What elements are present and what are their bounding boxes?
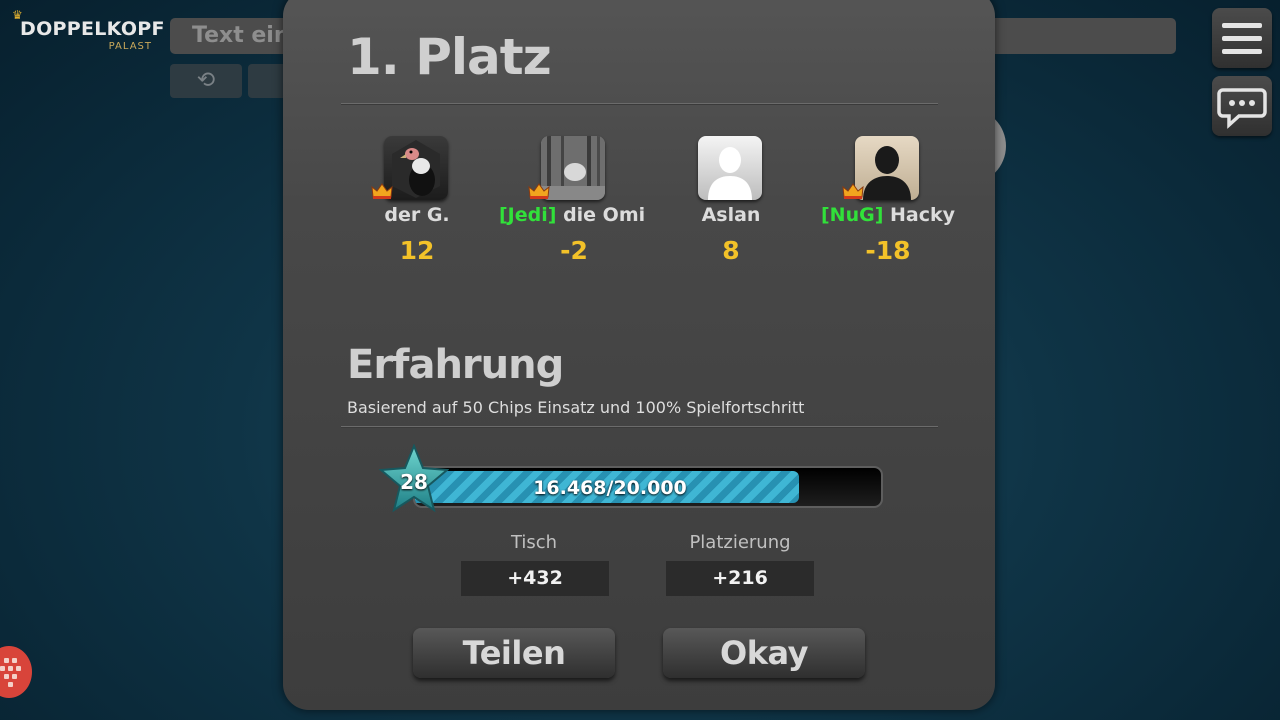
logo-subtext: PALAST bbox=[108, 41, 152, 52]
avatar bbox=[541, 136, 605, 200]
vulture-avatar-icon bbox=[392, 140, 440, 198]
placement-title: 1. Platz bbox=[347, 28, 552, 86]
experience-title: Erfahrung bbox=[347, 342, 564, 388]
player-name: der G. bbox=[384, 204, 450, 226]
crown-icon bbox=[842, 183, 864, 199]
player-name: [NuG] Hacky bbox=[820, 204, 956, 226]
okay-button[interactable]: Okay bbox=[663, 628, 865, 678]
divider bbox=[341, 103, 938, 105]
avatar bbox=[698, 136, 762, 200]
table-value: +432 bbox=[461, 561, 609, 596]
chat-button[interactable] bbox=[1212, 76, 1272, 136]
result-dialog: 1. Platz der G. 12 [Jedi] die Omi -2 Asl… bbox=[283, 0, 995, 710]
undo-button[interactable]: ⟲ bbox=[170, 64, 242, 98]
default-silhouette-avatar-icon bbox=[708, 147, 752, 200]
experience-progress-bar: 16.468/20.000 bbox=[413, 466, 883, 508]
crown-icon bbox=[371, 183, 393, 199]
player-name: Aslan bbox=[701, 204, 761, 226]
cards-icon[interactable] bbox=[0, 646, 32, 698]
avatar bbox=[855, 136, 919, 200]
share-button[interactable]: Teilen bbox=[413, 628, 615, 678]
player-score: 12 bbox=[399, 236, 435, 265]
player-score: -18 bbox=[865, 236, 911, 265]
undo-icon: ⟲ bbox=[196, 68, 216, 93]
avatar bbox=[384, 136, 448, 200]
player-name: [Jedi] die Omi M bbox=[499, 204, 649, 226]
forest-photo-avatar-icon bbox=[541, 136, 605, 200]
player-score: 8 bbox=[722, 236, 740, 265]
table-label: Tisch bbox=[510, 532, 558, 553]
level-number: 28 bbox=[400, 470, 428, 494]
logo-text: DOPPELKOPF bbox=[20, 18, 165, 40]
placement-label: Platzierung bbox=[689, 532, 791, 553]
divider bbox=[341, 426, 938, 428]
placement-value: +216 bbox=[666, 561, 814, 596]
app-logo: ♛ DOPPELKOPF PALAST bbox=[12, 8, 164, 56]
dark-silhouette-avatar-icon bbox=[863, 146, 911, 200]
player-score: -2 bbox=[560, 236, 588, 265]
menu-button[interactable] bbox=[1212, 8, 1272, 68]
experience-subtitle: Basierend auf 50 Chips Einsatz und 100% … bbox=[347, 398, 805, 417]
crown-icon bbox=[528, 183, 550, 199]
experience-progress-text: 16.468/20.000 bbox=[533, 477, 687, 499]
chat-bubble-icon bbox=[1217, 88, 1267, 129]
